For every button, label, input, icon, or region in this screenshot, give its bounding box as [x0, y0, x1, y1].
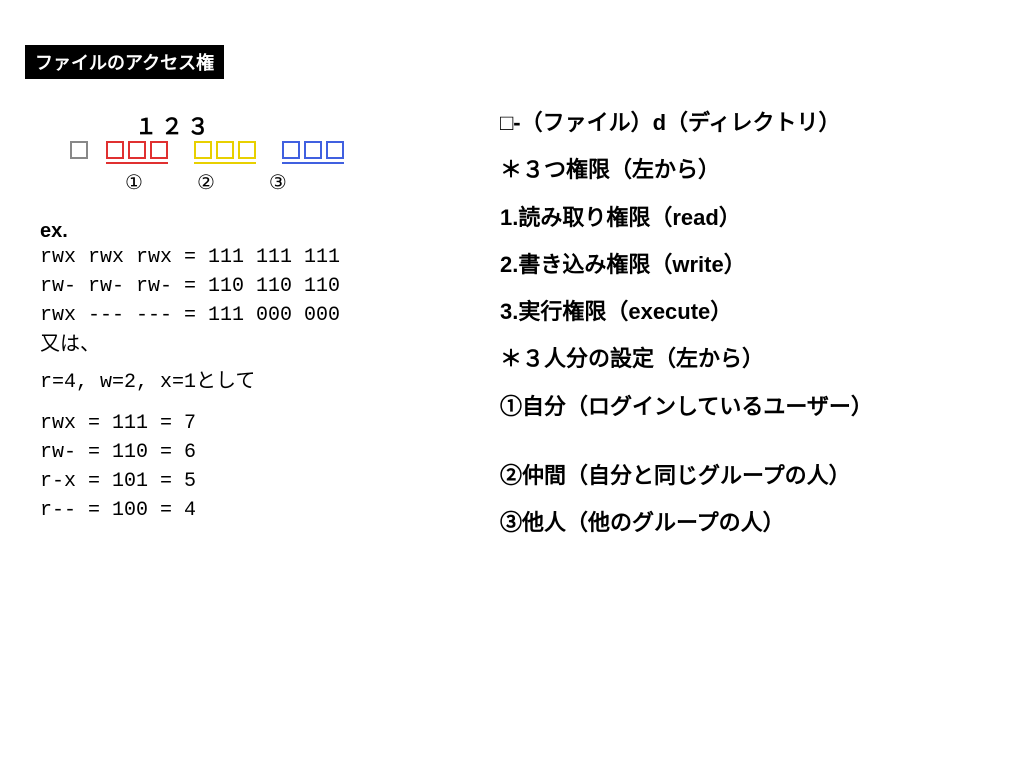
left-column: １２３	[0, 99, 470, 547]
right-column: □-（ファイル）d（ディレクトリ） ＊３つ権限（左から） 1.読み取り権限（re…	[470, 99, 1024, 547]
equation-line: r=4, w=2, x=1として	[40, 367, 470, 397]
example-label: ex.	[40, 220, 470, 243]
perm-box-icon	[238, 141, 256, 159]
desc-owner: ①自分（ログインしているユーザー）	[500, 383, 1024, 430]
desc-group: ②仲間（自分と同じグループの人）	[500, 452, 1024, 499]
desc-three-users: ＊３人分の設定（左から）	[500, 335, 1024, 382]
header-badge: ファイルのアクセス権	[25, 45, 224, 79]
perm-box-icon	[128, 141, 146, 159]
or-text: 又は、	[40, 330, 470, 359]
circled-3: ③	[269, 170, 287, 195]
permissions-diagram: １２３	[70, 109, 470, 195]
perm-box-icon	[194, 141, 212, 159]
filetype-box	[70, 141, 88, 164]
example-block-1: rwx rwx rwx = 111 111 111 rw- rw- rw- = …	[40, 243, 470, 330]
desc-execute: 3.実行権限（execute）	[500, 288, 1024, 335]
circled-1: ①	[125, 170, 143, 195]
desc-filetype: □-（ファイル）d（ディレクトリ）	[500, 99, 1024, 146]
other-perm-boxes	[282, 141, 344, 164]
desc-other: ③他人（他のグループの人）	[500, 499, 1024, 546]
perm-box-icon	[282, 141, 300, 159]
owner-group-boxes	[106, 141, 168, 164]
equation-mono: r=4, w=2, x=1	[40, 371, 196, 394]
desc-write: 2.書き込み権限（write）	[500, 241, 1024, 288]
diagram-boxes-row	[70, 141, 470, 164]
desc-three-perms: ＊３つ権限（左から）	[500, 146, 1024, 193]
example-block-2: rwx = 111 = 7 rw- = 110 = 6 r-x = 101 = …	[40, 409, 470, 525]
equation-suffix: として	[196, 370, 255, 392]
diagram-numbers: １２３	[135, 109, 470, 141]
desc-read: 1.読み取り権限（read）	[500, 194, 1024, 241]
perm-box-icon	[304, 141, 322, 159]
circled-2: ②	[197, 170, 215, 195]
perm-box-icon	[216, 141, 234, 159]
perm-box-icon	[150, 141, 168, 159]
perm-box-icon	[106, 141, 124, 159]
perm-box-icon	[326, 141, 344, 159]
group-perm-boxes	[194, 141, 256, 164]
content-area: １２３	[0, 99, 1024, 547]
diagram-circle-row: ① ② ③	[125, 170, 470, 195]
